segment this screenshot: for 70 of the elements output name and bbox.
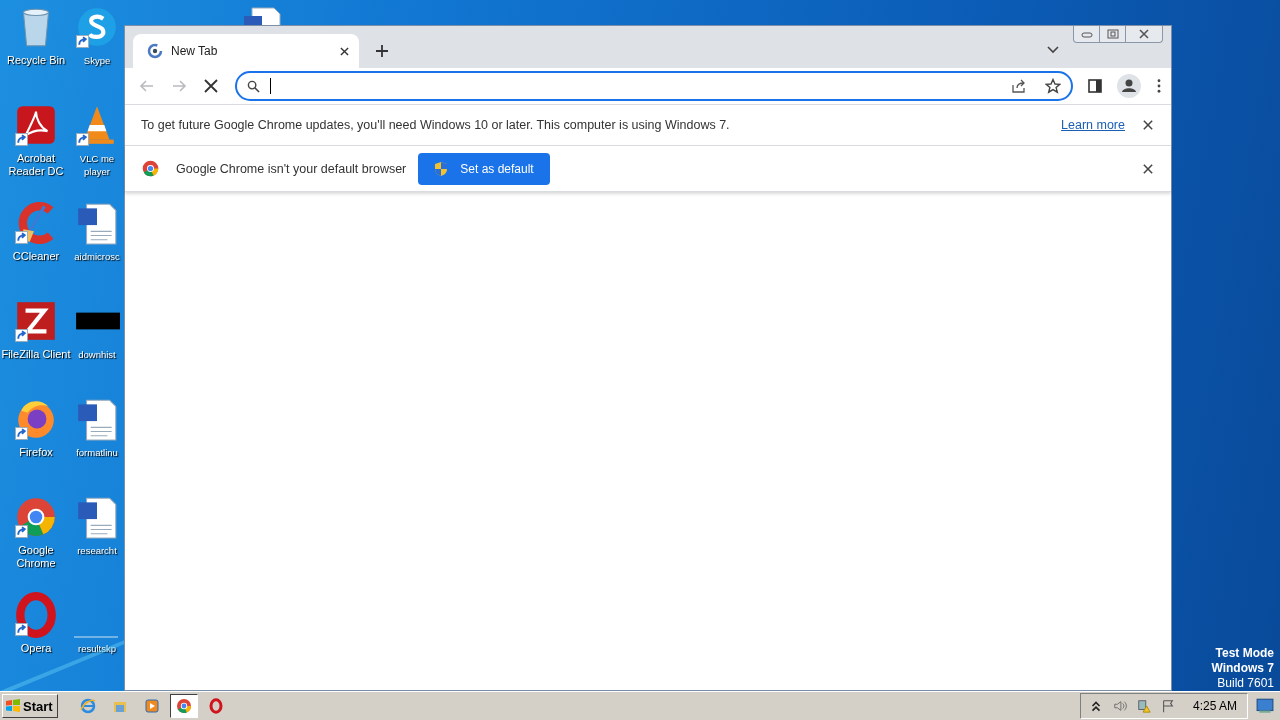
- windows-logo-icon: [5, 698, 21, 714]
- set-as-default-button[interactable]: Set as default: [418, 152, 550, 185]
- stop-icon[interactable]: [203, 78, 219, 94]
- line-icon: [74, 636, 118, 638]
- side-panel-icon[interactable]: [1087, 78, 1103, 94]
- media-icon: [143, 698, 160, 714]
- desktop-icon[interactable]: Acrobat Reader DC: [0, 102, 72, 200]
- infobar-message: Google Chrome isn't your default browser: [176, 161, 407, 176]
- desktop-icon[interactable]: Skype: [72, 4, 122, 102]
- desktop-icon[interactable]: formatlinu: [72, 396, 122, 494]
- infobar-message: To get future Google Chrome updates, you'll need Windows 10 or later. This computer is using Windows 7.: [141, 118, 730, 132]
- test-mode-text: Windows 7: [1211, 661, 1274, 676]
- close-icon: [1138, 29, 1150, 39]
- loading-icon: [147, 43, 163, 59]
- desktop-icon[interactable]: Firefox: [0, 396, 72, 494]
- desktop-icon[interactable]: Google Chrome: [0, 494, 72, 592]
- clock[interactable]: 4:25 AM: [1192, 699, 1237, 713]
- profile-icon[interactable]: [1117, 74, 1141, 98]
- icon-label: FileZilla Client: [1, 348, 71, 361]
- icon-label: CCleaner: [12, 250, 60, 263]
- icon-label: VLC me player: [78, 152, 116, 178]
- icon-label: Opera: [20, 642, 52, 655]
- chrome-icon: [141, 159, 160, 178]
- learn-more-link[interactable]: Learn more: [1061, 118, 1125, 132]
- chrome-icon: [175, 698, 192, 714]
- icon-label: Skype: [83, 54, 111, 67]
- desktop-icon[interactable]: Recycle Bin: [0, 4, 72, 102]
- tab-search-icon[interactable]: [1047, 46, 1059, 54]
- desktop-icon[interactable]: FileZilla Client: [0, 298, 72, 396]
- desktop-icon[interactable]: VLC me player: [72, 102, 122, 200]
- taskbar-button[interactable]: [169, 694, 198, 718]
- network-warning-icon[interactable]: [1136, 699, 1151, 713]
- minimize-icon: [1080, 30, 1093, 38]
- icon-label: Firefox: [19, 446, 53, 459]
- icon-label: Recycle Bin: [6, 54, 66, 67]
- star-icon[interactable]: [1045, 78, 1061, 94]
- test-mode-text: Test Mode: [1215, 646, 1274, 661]
- desktop-icon[interactable]: downhist: [72, 298, 122, 396]
- tab-title: New Tab: [171, 44, 219, 58]
- menu-icon[interactable]: [1157, 79, 1161, 93]
- text-cursor: [270, 78, 271, 94]
- close-icon[interactable]: [1143, 120, 1153, 130]
- icon-label: aidmicrosc: [74, 250, 120, 263]
- browser-tab[interactable]: New Tab: [133, 34, 359, 68]
- icon-label: downhist: [78, 348, 116, 361]
- icon-label: resultskp: [78, 642, 116, 655]
- icon-label: Google Chrome: [15, 544, 57, 570]
- new-tab-icon[interactable]: [375, 44, 389, 58]
- search-icon: [247, 79, 260, 93]
- test-mode-text: Build 7601: [1217, 676, 1274, 691]
- share-icon[interactable]: [1011, 78, 1027, 94]
- address-field[interactable]: [235, 71, 1073, 101]
- icon-label: formatlinu: [76, 446, 118, 459]
- show-desktop-icon[interactable]: [1256, 698, 1274, 714]
- icon-label: Acrobat Reader DC: [7, 152, 65, 178]
- shield-icon: [434, 160, 449, 177]
- desktop-icon[interactable]: aidmicrosc: [72, 200, 122, 298]
- opera-icon: [13, 592, 59, 638]
- desktop-icon[interactable]: Opera: [0, 592, 72, 690]
- icon-label: researcht: [77, 544, 117, 557]
- flag-icon[interactable]: [1160, 699, 1175, 713]
- desktop-icon[interactable]: researcht: [72, 494, 122, 592]
- start-button[interactable]: Start: [2, 694, 58, 718]
- ie-icon: [79, 698, 96, 714]
- desktop-icon[interactable]: resultskp: [72, 592, 122, 690]
- close-icon[interactable]: [1143, 163, 1153, 174]
- desktop-icon[interactable]: CCleaner: [0, 200, 72, 298]
- opera-icon: [207, 698, 224, 714]
- restore-icon: [1106, 29, 1119, 39]
- close-icon[interactable]: [340, 46, 349, 56]
